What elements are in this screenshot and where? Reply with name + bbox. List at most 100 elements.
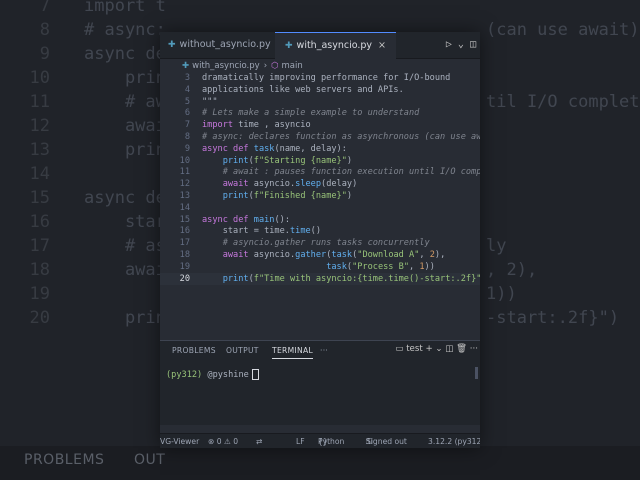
background-code-line: 12 await — [0, 114, 177, 138]
background-code-fragment: til I/O completes — [486, 92, 640, 112]
background-line-number: 9 — [39, 44, 50, 64]
line-number: 20 — [179, 273, 190, 284]
code-line[interactable]: task("Process B", 1)) — [202, 261, 435, 273]
symbol-icon: ⬡ — [271, 61, 279, 71]
code-line[interactable]: # await : pauses function execution unti… — [202, 166, 480, 178]
code-line[interactable]: async def task(name, delay): — [202, 143, 347, 155]
background-code-line: 9 async dec — [0, 42, 176, 66]
background-code-line: 16 start — [0, 210, 177, 234]
background-line-number: 7 — [39, 0, 50, 16]
terminal-cursor — [251, 369, 259, 380]
line-number: 10 — [179, 155, 190, 166]
background-line-number: 18 — [29, 260, 50, 280]
background-code-fragment: ly — [486, 236, 507, 256]
tab-label: with_asyncio.py — [296, 40, 373, 51]
background-line-number: 17 — [29, 236, 50, 256]
background-line-number: 19 — [29, 284, 50, 304]
background-line-number: 16 — [29, 212, 50, 232]
tab-problems[interactable]: PROBLEMS — [172, 346, 216, 355]
python-file-icon: ✚ — [285, 41, 293, 51]
terminal-actions[interactable]: + ⌄ ◫ 🗑 ··· — [425, 344, 478, 354]
line-number: 7 — [184, 120, 190, 131]
status-interpreter[interactable]: 3.12.2 (py312 — [428, 434, 480, 448]
background-line-number: 12 — [29, 116, 50, 136]
live-share-icon[interactable]: ⇄ — [256, 434, 262, 448]
line-number: 13 — [179, 191, 190, 201]
code-line[interactable]: async def main(): — [202, 214, 290, 226]
python-file-icon: ✚ — [168, 40, 176, 50]
background-code-line: 18 await — [0, 258, 177, 282]
line-number: 19 — [179, 261, 190, 272]
line-number: 15 — [179, 214, 190, 225]
terminal-prompt[interactable]: (py312) @pyshine — [166, 369, 259, 380]
background-code-line: 19 — [0, 282, 84, 306]
terminal-name[interactable]: test — [406, 344, 423, 354]
status-problems[interactable]: ⊗ 0 ⚠ 0 — [208, 434, 238, 448]
line-number: 6 — [184, 108, 190, 119]
background-code-fragment: 1)) — [486, 284, 517, 304]
tab-without-asyncio[interactable]: ✚ without_asyncio.py — [160, 32, 279, 58]
line-number: 14 — [179, 202, 190, 213]
status-viewer[interactable]: VG-Viewer — [160, 434, 199, 448]
code-line[interactable]: """ — [202, 96, 218, 108]
breadcrumb-file[interactable]: with_asyncio.py — [192, 61, 260, 71]
code-line[interactable]: dramatically improving performance for I… — [202, 72, 450, 84]
code-line[interactable]: import time , asyncio — [202, 119, 311, 131]
line-number: 12 — [179, 179, 190, 190]
run-toolbar[interactable]: ▷ ⌄ ◫ — [446, 32, 476, 58]
tab-bar: ✚ without_asyncio.py ✚ with_asyncio.py × ▷ … — [160, 32, 480, 59]
background-code-line: 10 print — [0, 66, 177, 90]
code-line[interactable]: applications like web servers and APIs. — [202, 84, 404, 96]
status-eol[interactable]: LF — [296, 434, 305, 448]
chevron-right-icon: › — [263, 61, 268, 71]
background-code-fragment: -start:.2f}") — [486, 308, 620, 328]
python-file-icon: ✚ — [182, 61, 190, 71]
background-code-line: 17 # as — [0, 234, 166, 258]
terminal-toolbar: ▭ test + ⌄ ◫ 🗑 ··· — [395, 344, 478, 354]
line-number: 4 — [184, 84, 190, 95]
background-code-line: 11 # awa — [0, 90, 177, 114]
code-line[interactable]: # Lets make a simple example to understa… — [202, 107, 419, 119]
code-line[interactable]: print(f"Time with asyncio:{time.time()-s… — [202, 273, 480, 285]
background-code-line: 14 — [0, 162, 84, 186]
code-line[interactable]: # asyncio.gather runs tasks concurrently — [202, 237, 430, 249]
code-line[interactable]: await asyncio.gather(task("Download A", … — [202, 249, 446, 261]
editor-window: ✚ without_asyncio.py ✚ with_asyncio.py × ▷ … — [160, 32, 480, 448]
breadcrumb-symbol[interactable]: main — [282, 61, 303, 71]
code-line[interactable]: await asyncio.sleep(delay) — [202, 178, 358, 190]
background-tab-problems: PROBLEMS — [24, 452, 105, 468]
background-code-line: 8 # async: — [0, 18, 166, 42]
background-code-fragment: (can use await) — [486, 20, 640, 40]
background-code-line: 20 prin — [0, 306, 166, 330]
prompt-user: @pyshine — [207, 370, 249, 380]
background-line-number: 11 — [29, 92, 50, 112]
background-line-number: 15 — [29, 188, 50, 208]
tab-output[interactable]: OUTPUT — [226, 346, 259, 355]
background-line-number: 13 — [29, 140, 50, 160]
code-line[interactable]: start = time.time() — [202, 225, 321, 237]
background-line-number: 14 — [29, 164, 50, 184]
run-icon[interactable]: ▷ ⌄ ◫ — [446, 39, 476, 50]
tab-terminal[interactable]: TERMINAL — [272, 346, 314, 359]
background-code-line: 7 import t — [0, 0, 166, 18]
background-tab-output: OUT — [134, 452, 166, 468]
terminal-scrollbar[interactable] — [475, 367, 478, 379]
code-line[interactable]: print(f"Starting {name}") — [202, 155, 352, 167]
background-code-line: 13 print — [0, 138, 177, 162]
line-number: 9 — [184, 143, 190, 154]
code-line[interactable]: print(f"Finished {name}") — [202, 190, 352, 202]
tab-label: without_asyncio.py — [179, 39, 271, 50]
tab-with-asyncio[interactable]: ✚ with_asyncio.py × — [275, 32, 397, 59]
panel-more-icon[interactable]: ··· — [320, 346, 328, 355]
line-number: 18 — [179, 250, 190, 260]
breadcrumb[interactable]: ✚ with_asyncio.py › ⬡ main — [160, 59, 480, 73]
terminal-icon: ▭ — [395, 344, 404, 354]
code-line[interactable]: # async: declares function as asynchrono… — [202, 131, 480, 143]
line-number: 5 — [184, 96, 190, 107]
account-label: Signed out — [366, 437, 407, 446]
close-icon[interactable]: × — [378, 40, 386, 51]
line-number: 11 — [179, 167, 190, 178]
background-code-fragment: , 2), — [486, 260, 538, 280]
code-editor[interactable]: 3 dramatically improving performance for … — [160, 72, 480, 372]
prompt-env: (py312) — [166, 370, 203, 380]
